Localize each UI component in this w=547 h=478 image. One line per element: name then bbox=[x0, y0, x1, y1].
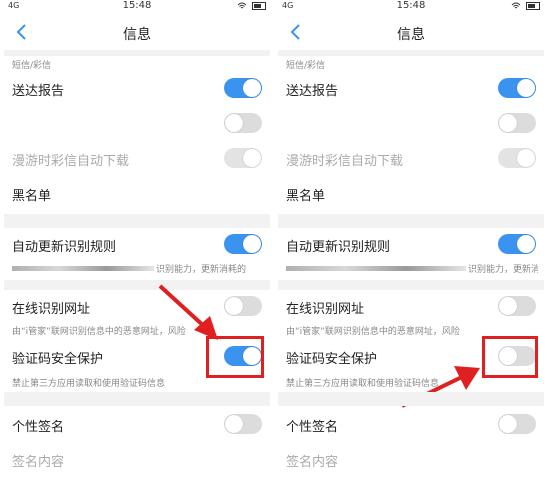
battery-icon bbox=[511, 1, 540, 10]
section-divider bbox=[4, 280, 270, 290]
row-signature-content[interactable]: 签名内容 bbox=[278, 443, 544, 475]
blacklist-label: 黑名单 bbox=[286, 189, 326, 204]
row-blacklist[interactable]: 黑名单 bbox=[278, 177, 544, 209]
section-divider bbox=[278, 214, 544, 228]
redacted-text bbox=[12, 266, 154, 271]
nav-bar: 信息 bbox=[4, 16, 270, 48]
section-divider bbox=[4, 50, 270, 56]
row-roaming-mms: 漫游时彩信自动下载 bbox=[278, 142, 544, 174]
row-unnamed-toggle bbox=[4, 107, 270, 139]
online-url-toggle[interactable] bbox=[498, 296, 536, 316]
red-arrow-icon bbox=[158, 284, 218, 340]
blacklist-label: 黑名单 bbox=[12, 189, 52, 204]
roaming-mms-label: 漫游时彩信自动下载 bbox=[12, 154, 130, 169]
section-divider bbox=[278, 280, 544, 290]
highlight-box bbox=[482, 336, 538, 378]
auto-update-desc: 识别能力，更新消耗的 bbox=[468, 265, 538, 275]
auto-update-desc: 识别能力，更新消耗的 bbox=[156, 265, 247, 275]
phone-screen-before: 4G 15:48 信息 短信/彩信 送达报告 漫游时彩信自动下载 黑名单 自动更… bbox=[4, 0, 270, 478]
status-time: 15:48 bbox=[122, 0, 152, 11]
roaming-mms-toggle[interactable] bbox=[224, 148, 262, 168]
status-bar: 4G 15:48 bbox=[278, 0, 544, 14]
delivery-report-toggle[interactable] bbox=[498, 78, 536, 98]
battery-icon bbox=[237, 1, 266, 10]
wifi-icon bbox=[238, 2, 247, 8]
row-unnamed-toggle bbox=[278, 107, 544, 139]
roaming-mms-label: 漫游时彩信自动下载 bbox=[286, 154, 404, 169]
roaming-mms-toggle[interactable] bbox=[498, 148, 536, 168]
delivery-report-label: 送达报告 bbox=[286, 84, 339, 99]
redacted-text bbox=[286, 266, 466, 271]
online-url-label: 在线识别网址 bbox=[12, 302, 91, 317]
section-divider bbox=[4, 392, 270, 406]
row-blacklist[interactable]: 黑名单 bbox=[4, 177, 270, 209]
nav-bar: 信息 bbox=[278, 16, 544, 48]
auto-update-label: 自动更新识别规则 bbox=[12, 240, 117, 255]
page-title: 信息 bbox=[123, 27, 151, 43]
row-auto-update: 自动更新识别规则 bbox=[4, 228, 270, 260]
signature-content-label: 签名内容 bbox=[12, 455, 65, 470]
code-protect-label: 验证码安全保护 bbox=[286, 352, 378, 367]
auto-update-toggle[interactable] bbox=[498, 234, 536, 254]
status-time: 15:48 bbox=[396, 0, 426, 11]
row-online-url: 在线识别网址 bbox=[278, 290, 544, 322]
unnamed-toggle[interactable] bbox=[224, 113, 262, 133]
signature-content-label: 签名内容 bbox=[286, 455, 339, 470]
delivery-report-label: 送达报告 bbox=[12, 84, 65, 99]
phone-screen-after: 4G 15:48 信息 短信/彩信 送达报告 漫游时彩信自动下载 黑名单 自动更… bbox=[278, 0, 544, 478]
row-delivery-report: 送达报告 bbox=[4, 72, 270, 104]
online-url-toggle[interactable] bbox=[224, 296, 262, 316]
row-signature-content[interactable]: 签名内容 bbox=[4, 443, 270, 475]
section-header: 短信/彩信 bbox=[12, 61, 52, 71]
auto-update-toggle[interactable] bbox=[224, 234, 262, 254]
unnamed-toggle[interactable] bbox=[498, 113, 536, 133]
signature-toggle[interactable] bbox=[498, 414, 536, 434]
row-online-url: 在线识别网址 bbox=[4, 290, 270, 322]
section-divider bbox=[278, 50, 544, 56]
signature-label: 个性签名 bbox=[12, 420, 65, 435]
page-title: 信息 bbox=[397, 27, 425, 43]
section-divider bbox=[278, 392, 544, 406]
section-header: 短信/彩信 bbox=[286, 61, 326, 71]
section-divider bbox=[4, 214, 270, 228]
signature-toggle[interactable] bbox=[224, 414, 262, 434]
status-bar: 4G 15:48 bbox=[4, 0, 270, 14]
row-delivery-report: 送达报告 bbox=[278, 72, 544, 104]
row-signature: 个性签名 bbox=[278, 408, 544, 440]
delivery-report-toggle[interactable] bbox=[224, 78, 262, 98]
row-signature: 个性签名 bbox=[4, 408, 270, 440]
row-roaming-mms: 漫游时彩信自动下载 bbox=[4, 142, 270, 174]
online-url-label: 在线识别网址 bbox=[286, 302, 365, 317]
row-auto-update: 自动更新识别规则 bbox=[278, 228, 544, 260]
auto-update-label: 自动更新识别规则 bbox=[286, 240, 391, 255]
wifi-icon bbox=[512, 2, 521, 8]
signature-label: 个性签名 bbox=[286, 420, 339, 435]
code-protect-label: 验证码安全保护 bbox=[12, 352, 104, 367]
